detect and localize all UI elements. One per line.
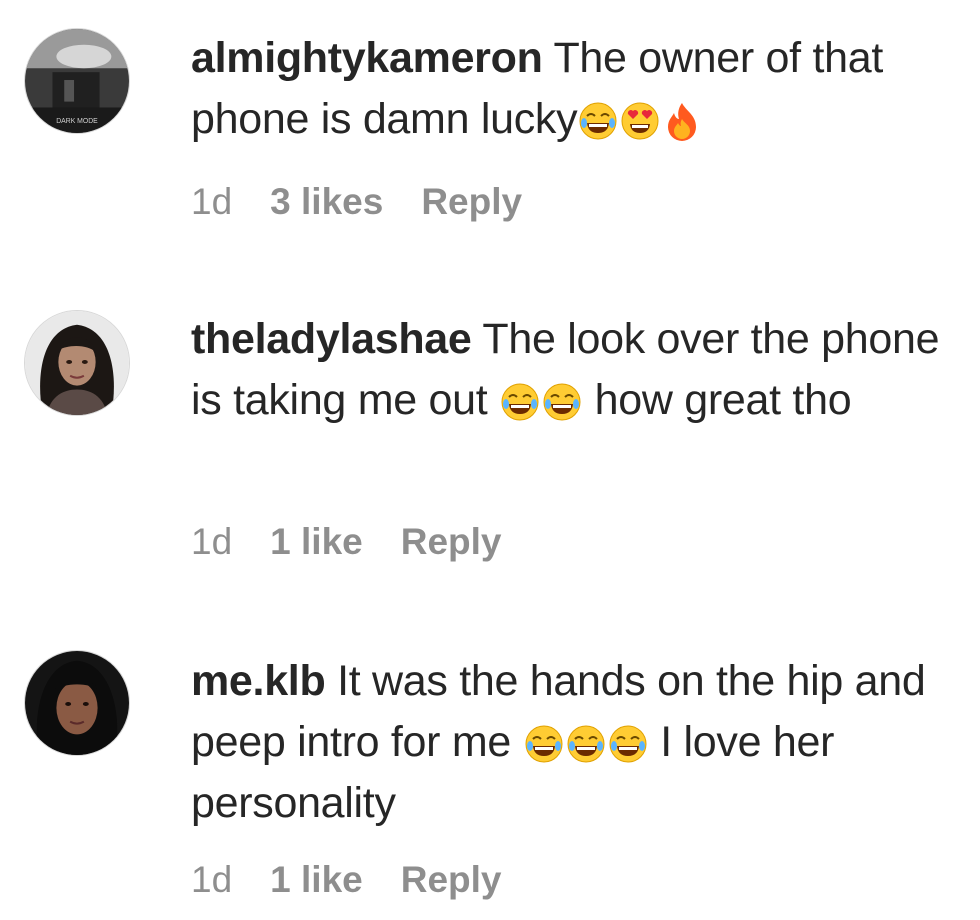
comment-meta: 1d 1 like Reply [191, 520, 540, 564]
avatar-image: DARK MODE [25, 29, 129, 133]
svg-text:DARK MODE: DARK MODE [56, 118, 98, 125]
comment-body: almightykameron The owner of that phone … [191, 28, 951, 150]
comment-time: 1d [191, 181, 233, 222]
fire-icon [662, 101, 702, 141]
comment-meta: 1d 1 like Reply [191, 858, 540, 902]
avatar[interactable] [24, 310, 130, 416]
comment-likes[interactable]: 1 like [270, 521, 363, 562]
face-with-tears-of-joy-icon [524, 724, 564, 764]
face-with-tears-of-joy-icon [578, 101, 618, 141]
smiling-face-with-heart-eyes-icon [620, 101, 660, 141]
comment-time: 1d [191, 521, 233, 562]
comment-body: theladylashae The look over the phone is… [191, 309, 951, 431]
comment-time: 1d [191, 859, 233, 900]
avatar[interactable] [24, 650, 130, 756]
face-with-tears-of-joy-icon [500, 382, 540, 422]
reply-button[interactable]: Reply [421, 181, 522, 222]
avatar-image [25, 651, 129, 755]
face-with-tears-of-joy-icon [542, 382, 582, 422]
reply-button[interactable]: Reply [401, 859, 502, 900]
comment-likes[interactable]: 1 like [270, 859, 363, 900]
reply-button[interactable]: Reply [401, 521, 502, 562]
comment-text-continued: how great tho [583, 376, 852, 424]
comment-username[interactable]: almightykameron [191, 34, 543, 82]
comment-username[interactable]: me.klb [191, 657, 326, 705]
comment-meta: 1d 3 likes Reply [191, 180, 560, 224]
comment-username[interactable]: theladylashae [191, 315, 472, 363]
face-with-tears-of-joy-icon [608, 724, 648, 764]
comment-likes[interactable]: 3 likes [270, 181, 383, 222]
avatar-image [25, 311, 129, 415]
avatar[interactable]: DARK MODE [24, 28, 130, 134]
comment-body: me.klb It was the hands on the hip and p… [191, 651, 951, 834]
face-with-tears-of-joy-icon [566, 724, 606, 764]
